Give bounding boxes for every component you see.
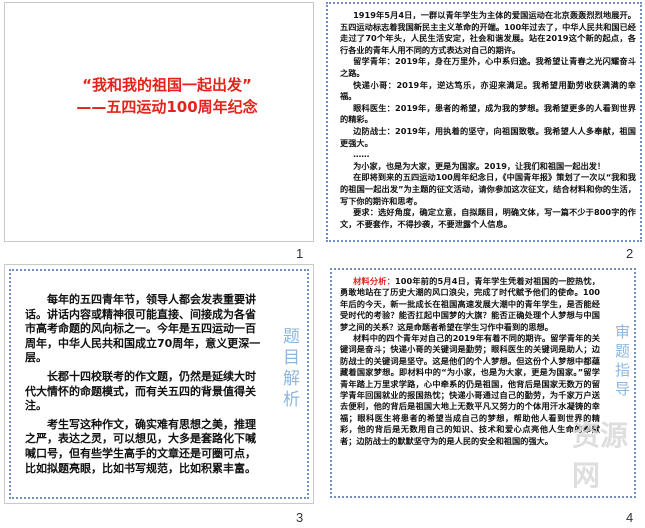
slide-2-paragraph: 快递小哥：2019年，逆达笃乐，亦迎来满足。我希望用勤劳收获满满的幸福。 bbox=[340, 79, 636, 102]
slide-2-paragraph: 为小家，也是为大家，更是为国家。2019，让我们和祖国一起出发！ bbox=[353, 160, 606, 171]
slide-4-lead-label: 材料分析 bbox=[353, 276, 387, 286]
slide-2-thumbnail[interactable]: 1919年5月4日，一群以青年学生为主体的爱国运动在北京轰轰烈烈地展开。五四运动… bbox=[326, 2, 642, 242]
slide-3-paragraph: 长郡十四校联考的作文题，仍然是延续大时代大情怀的命题模式，而有关五四的背景值得关… bbox=[25, 369, 256, 413]
slide-number-1: 1 bbox=[296, 246, 304, 261]
slide-4-paragraph: 材料中的四个青年对自己的2019年有着不同的期许。留学青年的关键词是奋斗；快递小… bbox=[340, 333, 600, 446]
slide-2-paragraph: 1919年5月4日，一群以青年学生为主体的爱国运动在北京轰轰烈烈地展开。五四运动… bbox=[340, 10, 636, 55]
slide-2-paragraph: 要求：选好角度，确定立意，自拟题目，明确文体，写一篇不少于800字的作文，不要套… bbox=[340, 207, 636, 229]
slide-2-paragraph: 在即将到来的五四运动100周年纪念日，《中国青年报》策划了一次以“我和我的祖国一… bbox=[340, 172, 636, 206]
slide-4-thumbnail[interactable]: 材料分析：100年前的5月4日，青年学生凭着对祖国的一腔热忱，勇敢地站在了历史大… bbox=[326, 264, 642, 504]
slide-3-paragraph: 考生写这种作文，确实难有思想之美，推理之严，表达之灵，可以想见，大多是套路化下喊… bbox=[25, 417, 256, 475]
slide-2-paragraph: 留学青年：2019年，身在万里外，心中系归途。我希望让青春之光闪耀奋斗之路。 bbox=[340, 56, 636, 78]
slide-2-paragraph: …… bbox=[353, 149, 370, 160]
slide-number-3: 3 bbox=[296, 510, 304, 525]
slide-3-thumbnail[interactable]: 每年的五四青年节，领导人都会发表重要讲话。讲话内容或精神很可能直接、间接成为各省… bbox=[4, 264, 314, 504]
slide-1-thumbnail[interactable]: “我和我的祖国一起出发” ——五四运动100周年纪念 bbox=[4, 2, 314, 242]
watermark-logo: 资源网 bbox=[572, 419, 629, 492]
slide-2-paragraph: 边防战士：2019年，用执着的坚守，向祖国致敬。我希望人人多奉献，祖国更强大。 bbox=[340, 125, 636, 148]
slide-3-paragraph: 每年的五四青年节，领导人都会发表重要讲话。讲话内容或精神很可能直接、间接成为各省… bbox=[25, 293, 261, 365]
slide-4-body: 材料分析：100年前的5月4日，青年学生凭着对祖国的一腔热忱，勇敢地站在了历史大… bbox=[340, 276, 600, 447]
slide-4-side-label: 审题指导 bbox=[613, 324, 631, 400]
slide-3-side-label: 题目解析 bbox=[279, 327, 299, 411]
slide-number-2: 2 bbox=[626, 246, 634, 261]
slide-2-paragraph: 眼科医生：2019年，患者的希望，成为我的梦想。我希望更多的人看到世界的精彩。 bbox=[340, 102, 636, 125]
slide-3-body: 每年的五四青年节，领导人都会发表重要讲话。讲话内容或精神很可能直接、间接成为各省… bbox=[25, 293, 263, 480]
slide-number-4: 4 bbox=[626, 510, 634, 525]
slide-2-body: 1919年5月4日，一群以青年学生为主体的爱国运动在北京轰轰烈烈地展开。五四运动… bbox=[340, 10, 636, 230]
slide-1-title-line2: ——五四运动100周年纪念 bbox=[76, 98, 258, 116]
slide-4-paragraph: 材料分析：100年前的5月4日，青年学生凭着对祖国的一腔热忱，勇敢地站在了历史大… bbox=[340, 276, 600, 332]
slide-1-title-line1: “我和我的祖国一起出发” bbox=[82, 76, 252, 94]
